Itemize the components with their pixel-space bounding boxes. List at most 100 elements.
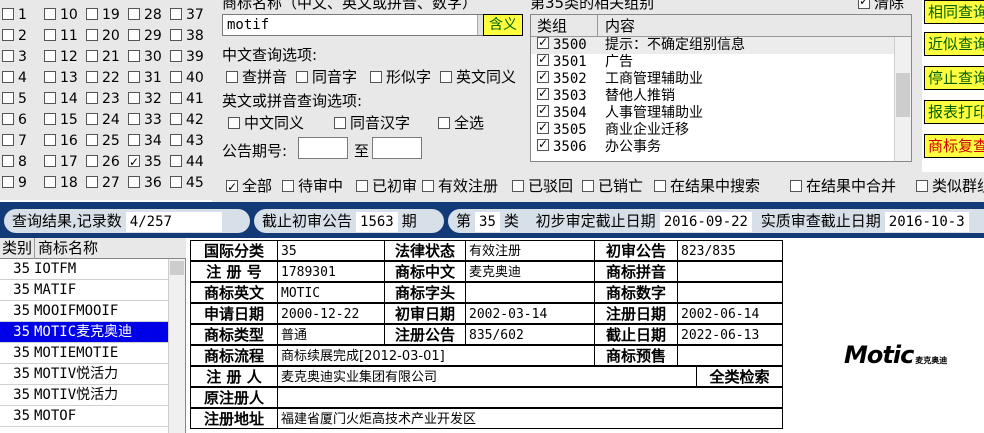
checkbox[interactable] (86, 155, 98, 167)
checkbox[interactable] (44, 92, 56, 104)
trademark-row[interactable]: 35 MOTIV悦活力 (0, 385, 168, 406)
checkbox[interactable] (2, 29, 14, 41)
checkbox[interactable] (44, 50, 56, 62)
checkbox[interactable] (170, 50, 182, 62)
status-filter-6[interactable]: 在结果中搜索 (654, 176, 760, 196)
class-checkbox-38[interactable]: 38 (170, 26, 204, 46)
trademark-row[interactable]: 35 MOTOF (0, 406, 168, 427)
class-checkbox-25[interactable]: 25 (86, 131, 120, 151)
name-input[interactable]: motif ▼ (222, 14, 494, 36)
checkbox[interactable] (438, 117, 450, 129)
group-row[interactable]: 3506 办公事务 (531, 136, 895, 156)
checkbox[interactable] (170, 134, 182, 146)
class-checkbox-31[interactable]: 31 (128, 68, 162, 88)
checkbox[interactable] (422, 180, 434, 192)
checkbox[interactable] (282, 180, 294, 192)
trademark-row[interactable]: 35 MOTIV悦活力 (0, 364, 168, 385)
group-row[interactable]: 3501 广告 (531, 51, 895, 71)
checkbox[interactable] (537, 119, 549, 136)
class-checkbox-26[interactable]: 26 (86, 152, 120, 172)
side-button-1[interactable]: 近似查询 (924, 32, 984, 56)
trademark-row[interactable]: 35 MOTIEMOTIE (0, 343, 168, 364)
checkbox[interactable] (2, 50, 14, 62)
checkbox[interactable] (512, 180, 524, 192)
class-checkbox-11[interactable]: 11 (44, 26, 78, 46)
class-checkbox-13[interactable]: 13 (44, 68, 78, 88)
checkbox[interactable] (86, 176, 98, 188)
class-checkbox-4[interactable]: 4 (2, 68, 27, 88)
checkbox[interactable] (537, 136, 549, 153)
class-checkbox-7[interactable]: 7 (2, 131, 27, 151)
status-filter-4[interactable]: 已驳回 (512, 176, 573, 196)
checkbox[interactable] (654, 180, 666, 192)
group-row[interactable]: 3504 人事管理辅助业 (531, 102, 895, 122)
scrollbar-thumb[interactable] (170, 261, 184, 275)
class-checkbox-12[interactable]: 12 (44, 47, 78, 67)
class-checkbox-1[interactable]: 1 (2, 5, 27, 25)
class-checkbox-39[interactable]: 39 (170, 47, 204, 67)
clear-checkbox[interactable]: 清除 (858, 0, 904, 13)
checkbox[interactable] (170, 113, 182, 125)
group-row[interactable]: 3502 工商管理辅助业 (531, 68, 895, 88)
checkbox[interactable] (86, 50, 98, 62)
class-checkbox-35[interactable]: 35 (128, 152, 162, 172)
cn-option-english-synonym[interactable]: 英文同义 (440, 66, 516, 87)
class-checkbox-37[interactable]: 37 (170, 5, 204, 25)
checkbox[interactable] (2, 92, 14, 104)
checkbox[interactable] (226, 71, 238, 83)
checkbox[interactable] (226, 177, 238, 197)
status-filter-8[interactable]: 类似群组 (916, 176, 984, 196)
group-row[interactable]: 3503 替他人推销 (531, 85, 895, 105)
checkbox[interactable] (128, 113, 140, 125)
checkbox[interactable] (2, 113, 14, 125)
checkbox[interactable] (44, 29, 56, 41)
checkbox[interactable] (44, 8, 56, 20)
checkbox[interactable] (128, 176, 140, 188)
cn-option-pinyin[interactable]: 查拼音 (226, 66, 287, 87)
checkbox[interactable] (170, 29, 182, 41)
status-filter-5[interactable]: 已销亡 (582, 176, 643, 196)
col-class[interactable]: 类别 (2, 238, 32, 259)
trademark-row[interactable]: 35 IOTFM (0, 259, 168, 280)
checkbox[interactable] (170, 92, 182, 104)
meaning-button[interactable]: 含义 (483, 14, 523, 36)
class-checkbox-9[interactable]: 9 (2, 173, 27, 193)
class-checkbox-43[interactable]: 43 (170, 131, 204, 151)
checkbox[interactable] (128, 29, 140, 41)
checkbox[interactable] (128, 92, 140, 104)
class-checkbox-22[interactable]: 22 (86, 68, 120, 88)
checkbox[interactable] (2, 8, 14, 20)
checkbox[interactable] (296, 71, 308, 83)
class-checkbox-18[interactable]: 18 (44, 173, 78, 193)
checkbox[interactable] (86, 8, 98, 20)
class-checkbox-36[interactable]: 36 (128, 173, 162, 193)
checkbox[interactable] (2, 155, 14, 167)
class-checkbox-6[interactable]: 6 (2, 110, 27, 130)
checkbox[interactable] (128, 134, 140, 146)
status-filter-1[interactable]: 待审中 (282, 176, 343, 196)
group-row[interactable]: 3505 商业企业迁移 (531, 119, 895, 139)
trademark-row[interactable]: 35 MOOIFMOOIF (0, 301, 168, 322)
class-checkbox-17[interactable]: 17 (44, 152, 78, 172)
checkbox[interactable] (582, 180, 594, 192)
checkbox[interactable] (128, 50, 140, 62)
class-checkbox-14[interactable]: 14 (44, 89, 78, 109)
checkbox[interactable] (2, 71, 14, 83)
checkbox[interactable] (2, 134, 14, 146)
class-checkbox-40[interactable]: 40 (170, 68, 204, 88)
checkbox[interactable] (370, 71, 382, 83)
checkbox[interactable] (537, 68, 549, 85)
checkbox[interactable] (537, 85, 549, 102)
trademark-row[interactable]: 35 MOTIC麦克奥迪 (0, 322, 168, 343)
status-filter-2[interactable]: 已初审 (356, 176, 417, 196)
checkbox[interactable] (537, 102, 549, 119)
checkbox[interactable] (440, 71, 452, 83)
class-checkbox-30[interactable]: 30 (128, 47, 162, 67)
checkbox[interactable] (128, 152, 140, 172)
checkbox[interactable] (86, 113, 98, 125)
en-option-select-all[interactable]: 全选 (438, 112, 484, 133)
period-from-input[interactable] (298, 137, 348, 159)
checkbox[interactable] (170, 71, 182, 83)
checkbox[interactable] (86, 71, 98, 83)
class-checkbox-23[interactable]: 23 (86, 89, 120, 109)
